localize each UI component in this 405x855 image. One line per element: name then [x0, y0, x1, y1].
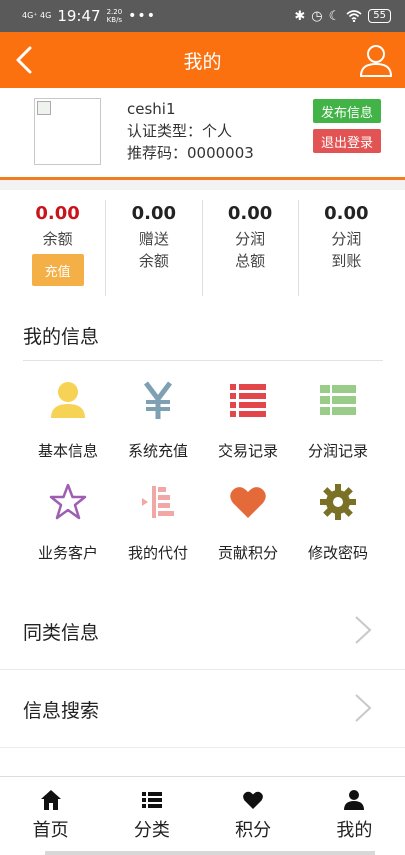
tab-home[interactable]: 首页	[0, 777, 101, 850]
tab-categories[interactable]: 分类	[101, 777, 202, 850]
grid-item-label: 修改密码	[307, 544, 368, 562]
user-icon[interactable]	[359, 42, 393, 78]
grid-item-system-recharge[interactable]: 系统充值	[113, 376, 203, 468]
broken-image-icon	[37, 101, 51, 115]
auth-type: 认证类型：个人	[127, 122, 233, 140]
list-item-similar-info[interactable]: 同类信息	[0, 592, 405, 670]
publish-button[interactable]: 发布信息	[313, 99, 381, 123]
chevron-right-icon	[355, 616, 372, 644]
grid-item-change-password[interactable]: 修改密码	[293, 478, 383, 570]
divider	[23, 360, 383, 361]
stat-label: 赠送	[138, 230, 169, 248]
tab-label: 我的	[336, 820, 373, 841]
tab-points[interactable]: 积分	[203, 777, 304, 850]
list-item-label: 信息搜索	[23, 700, 100, 722]
bluetooth-icon: ✱	[294, 8, 306, 24]
referral-code: 推荐码：0000003	[127, 144, 254, 162]
alarm-icon: ◷	[311, 8, 323, 24]
divider	[0, 180, 405, 190]
grid-item-label: 系统充值	[127, 442, 188, 460]
heart-icon	[243, 791, 264, 809]
gesture-bar	[45, 851, 375, 855]
grid-item-business-customers[interactable]: 业务客户	[23, 478, 113, 570]
stat-profit-total: 0.00 分润 总额	[201, 200, 298, 296]
stat-balance: 0.00 余额 充值	[10, 200, 105, 296]
list-item-info-search[interactable]: 信息搜索	[0, 670, 405, 748]
section-title: 我的信息	[23, 326, 100, 348]
grid-item-label: 业务客户	[37, 544, 98, 562]
grid-item-label: 我的代付	[127, 544, 188, 562]
list-alt-icon	[320, 385, 356, 415]
tab-label: 分类	[133, 820, 170, 841]
stat-profit-received: 0.00 分润 到账	[297, 200, 394, 296]
recharge-button[interactable]: 充值	[31, 254, 84, 286]
gear-icon	[320, 484, 356, 520]
stat-value: 0.00	[131, 203, 177, 224]
stat-label: 到账	[331, 252, 362, 270]
status-bar: 4G⁺ 4G 19:47 2.20 KB/s ••• ✱ ◷ ☾ 55	[0, 0, 405, 32]
avatar[interactable]	[34, 98, 101, 165]
info-grid: 基本信息 系统充值 交易记录 分润记录 业务客户 我的代付 贡献积分 修改密码	[23, 376, 383, 570]
stat-value: 0.00	[324, 203, 369, 224]
list-icon	[230, 384, 266, 417]
tab-label: 积分	[235, 820, 272, 841]
stats-panel: 0.00 余额 充值 0.00 赠送 余额 0.00 分润 总额 0.00 分润…	[10, 200, 394, 296]
grid-item-profit-records[interactable]: 分润记录	[293, 376, 383, 468]
grid-item-contribute-points[interactable]: 贡献积分	[203, 478, 293, 570]
user-icon	[344, 790, 365, 810]
grid-item-my-payments[interactable]: 我的代付	[113, 478, 203, 570]
grid-item-label: 基本信息	[37, 442, 98, 460]
star-icon	[49, 483, 87, 520]
more-icon: •••	[128, 8, 156, 24]
wifi-icon	[346, 10, 362, 22]
stat-value: 0.00	[35, 203, 80, 224]
stat-gift-balance: 0.00 赠送 余额	[105, 200, 201, 296]
heart-icon	[230, 487, 266, 518]
grid-item-label: 交易记录	[217, 442, 278, 460]
page-title: 我的	[183, 50, 222, 73]
grid-item-label: 贡献积分	[217, 544, 278, 562]
logout-button[interactable]: 退出登录	[313, 129, 381, 153]
chevron-right-icon	[355, 694, 372, 722]
stat-label: 余额	[42, 230, 73, 248]
profile-card: ceshi1 认证类型：个人 推荐码：0000003 发布信息 退出登录	[0, 88, 405, 176]
network-indicator: 4G⁺ 4G	[22, 11, 52, 20]
grid-item-transactions[interactable]: 交易记录	[203, 376, 293, 468]
battery-icon: 55	[368, 9, 391, 23]
moon-icon: ☾	[328, 8, 341, 24]
indent-icon	[142, 486, 174, 518]
network-speed: 2.20 KB/s	[106, 8, 123, 24]
top-header: 我的	[0, 32, 405, 88]
tab-me[interactable]: 我的	[304, 777, 405, 850]
stat-value: 0.00	[227, 203, 273, 224]
stat-label: 余额	[138, 252, 169, 270]
stat-label: 分润	[235, 230, 266, 248]
chevron-left-icon[interactable]	[10, 44, 42, 76]
user-icon	[51, 382, 85, 418]
profile-info: ceshi1 认证类型：个人 推荐码：0000003	[127, 98, 254, 164]
status-time: 19:47	[57, 7, 101, 25]
stat-label: 总额	[235, 252, 266, 270]
home-icon	[40, 790, 61, 810]
bottom-tab-bar: 首页 分类 积分 我的	[0, 776, 405, 850]
tab-label: 首页	[32, 820, 69, 841]
stat-label: 分润	[331, 230, 362, 248]
grid-item-label: 分润记录	[307, 442, 368, 460]
yen-icon	[144, 381, 172, 419]
status-icons: ✱ ◷ ☾ 55	[294, 9, 391, 24]
username: ceshi1	[127, 100, 176, 118]
list-icon	[141, 792, 162, 808]
grid-item-basic-info[interactable]: 基本信息	[23, 376, 113, 468]
list-item-label: 同类信息	[23, 622, 100, 644]
